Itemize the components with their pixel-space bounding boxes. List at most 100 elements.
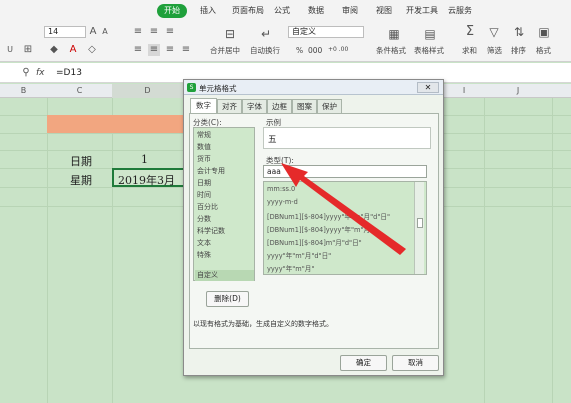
sum-icon[interactable]: Σ <box>463 25 477 38</box>
category-list[interactable]: 常规 数值 货币 会计专用 日期 时间 百分比 分数 科学记数 文本 特殊 自定… <box>193 127 255 281</box>
border-icon[interactable]: ⊞ <box>22 44 34 56</box>
format-button[interactable]: 格式 <box>536 45 551 56</box>
type-list-item[interactable]: [DBNum1][$-804]yyyy"年"m"月"d"日" <box>267 211 390 221</box>
conditional-format-button[interactable]: 条件格式 <box>376 45 406 56</box>
tab-number[interactable]: 数字 <box>190 98 217 114</box>
underline-icon[interactable]: U <box>4 44 16 56</box>
type-list-scrollbar[interactable] <box>414 182 424 274</box>
font-grow-icon[interactable]: A <box>88 26 98 38</box>
category-item[interactable]: 文本 <box>197 238 211 248</box>
column-header-c[interactable]: C <box>47 84 112 98</box>
type-list-item[interactable]: yyyy"年"m"月" <box>267 263 314 273</box>
type-list-item[interactable]: mm:ss.0 <box>267 185 295 193</box>
tab-pattern[interactable]: 图案 <box>292 99 317 113</box>
align-bottom-icon[interactable]: ≡ <box>164 26 176 38</box>
merge-center-button[interactable]: 合并居中 <box>210 45 240 56</box>
formula-input[interactable]: =D13 <box>56 68 82 78</box>
menu-bar: 开始 插入 页面布局 公式 数据 审阅 视图 开发工具 云服务 <box>0 0 571 22</box>
sum-button[interactable]: 求和 <box>462 45 477 56</box>
menu-tab-formula[interactable]: 公式 <box>274 5 290 16</box>
category-item[interactable]: 百分比 <box>197 202 218 212</box>
align-right-icon[interactable]: ≡ <box>164 44 176 56</box>
highlighted-cell-range[interactable] <box>47 115 187 133</box>
category-item[interactable]: 常规 <box>197 130 211 140</box>
number-format-select[interactable]: 自定义 <box>288 26 364 38</box>
wrap-text-button[interactable]: 自动换行 <box>250 45 280 56</box>
cancel-button[interactable]: 取消 <box>392 355 439 371</box>
column-header-i[interactable]: I <box>444 84 484 98</box>
menu-tab-insert[interactable]: 插入 <box>200 5 216 16</box>
wrap-text-icon[interactable]: ↵ <box>258 28 274 40</box>
cell-date-label[interactable]: 日期 <box>70 153 92 169</box>
tab-protection[interactable]: 保护 <box>317 99 342 113</box>
column-header-b[interactable]: B <box>0 84 47 98</box>
type-list-item[interactable]: [DBNum1][$-804]yyyy"年"m"月" <box>267 224 373 234</box>
category-item[interactable]: 时间 <box>197 190 211 200</box>
tab-font[interactable]: 字体 <box>242 99 267 113</box>
menu-tab-page-layout[interactable]: 页面布局 <box>232 5 264 16</box>
type-input[interactable]: aaa <box>263 165 427 178</box>
grid-line <box>552 98 553 403</box>
fx-icon[interactable]: fx <box>36 68 45 78</box>
format-cells-dialog: S 单元格格式 ✕ 数字 对齐 字体 边框 图案 保护 分类(C): 常规 数值… <box>183 79 444 376</box>
type-list-item[interactable]: yyyy"年"m"月"d"日" <box>267 250 331 260</box>
font-shrink-icon[interactable]: A <box>100 26 110 38</box>
menu-tab-developer[interactable]: 开发工具 <box>406 5 438 16</box>
ok-button[interactable]: 确定 <box>340 355 387 371</box>
delete-button[interactable]: 删除(D) <box>206 291 249 307</box>
format-icon[interactable]: ▣ <box>537 26 551 38</box>
cell-date-value[interactable]: 1 <box>141 153 148 166</box>
zoom-icon[interactable]: ⚲ <box>20 67 32 79</box>
dialog-close-icon[interactable]: ✕ <box>417 82 439 93</box>
type-list-scroll-thumb[interactable] <box>417 218 423 228</box>
table-style-icon[interactable]: ▤ <box>422 28 438 40</box>
justify-icon[interactable]: ≡ <box>180 44 192 56</box>
menu-tab-view[interactable]: 视图 <box>376 5 392 16</box>
column-header-d[interactable]: D <box>112 84 183 98</box>
category-item[interactable]: 会计专用 <box>197 166 225 176</box>
table-style-button[interactable]: 表格样式 <box>414 45 444 56</box>
type-list-item[interactable]: yyyy-m-d <box>267 198 298 206</box>
fill-color-icon[interactable]: ◆ <box>48 44 60 56</box>
number-tab-panel: 分类(C): 常规 数值 货币 会计专用 日期 时间 百分比 分数 科学记数 文… <box>189 113 439 349</box>
sample-value: 五 <box>268 135 277 145</box>
thousands-button[interactable]: 000 <box>308 46 322 55</box>
cell-weekday-label[interactable]: 星期 <box>70 172 92 188</box>
column-header-j[interactable]: J <box>484 84 552 98</box>
type-list-item[interactable]: [DBNum1][$-804]m"月"d"日" <box>267 237 362 247</box>
format-hint-text: 以现有格式为基础，生成自定义的数字格式。 <box>193 320 333 328</box>
dialog-title-bar: S 单元格格式 ✕ <box>184 80 443 95</box>
font-color-icon[interactable]: A <box>68 44 78 56</box>
category-item[interactable]: 数值 <box>197 142 211 152</box>
merge-icon[interactable]: ⊟ <box>222 28 238 40</box>
category-item[interactable]: 特殊 <box>197 250 211 260</box>
tab-alignment[interactable]: 对齐 <box>217 99 242 113</box>
clear-format-icon[interactable]: ◇ <box>86 44 98 56</box>
font-size-select[interactable]: 14 <box>44 26 86 38</box>
category-item[interactable]: 分数 <box>197 214 211 224</box>
category-item[interactable]: 货币 <box>197 154 211 164</box>
align-center-icon[interactable]: ≡ <box>148 44 160 56</box>
category-item[interactable]: 日期 <box>197 178 211 188</box>
type-list[interactable]: mm:ss.0 yyyy-m-d [DBNum1][$-804]yyyy"年"m… <box>263 181 427 275</box>
category-item-custom[interactable]: 自定义 <box>197 270 218 280</box>
menu-tab-cloud[interactable]: 云服务 <box>448 5 472 16</box>
sort-button[interactable]: 排序 <box>511 45 526 56</box>
menu-tab-review[interactable]: 审阅 <box>342 5 358 16</box>
filter-icon[interactable]: ▽ <box>487 26 501 38</box>
cell-weekday-value[interactable]: 2019年3月 <box>118 172 175 188</box>
category-item[interactable]: 科学记数 <box>197 226 225 236</box>
align-top-icon[interactable]: ≡ <box>132 26 144 38</box>
decimal-increase-button[interactable]: +0 .00 <box>328 46 348 53</box>
align-middle-icon[interactable]: ≡ <box>148 26 160 38</box>
percent-button[interactable]: % <box>296 46 303 55</box>
menu-tab-data[interactable]: 数据 <box>308 5 324 16</box>
menu-tab-start[interactable]: 开始 <box>157 4 187 18</box>
app-logo-icon: S <box>187 83 196 92</box>
conditional-format-icon[interactable]: ▦ <box>386 28 402 40</box>
filter-button[interactable]: 筛选 <box>487 45 502 56</box>
align-left-icon[interactable]: ≡ <box>132 44 144 56</box>
tab-border[interactable]: 边框 <box>267 99 292 113</box>
grid-line <box>47 98 48 403</box>
sort-icon[interactable]: ⇅ <box>512 26 526 38</box>
